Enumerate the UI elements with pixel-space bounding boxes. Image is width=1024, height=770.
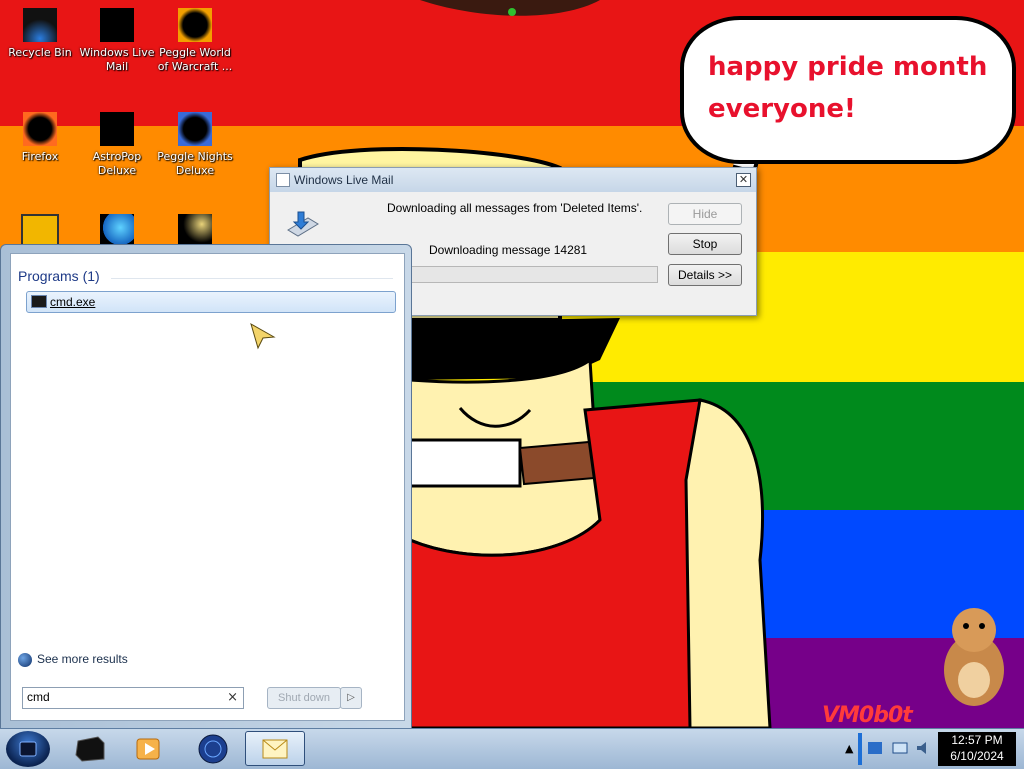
windows-live-mail-taskbar-icon [262,739,288,759]
desktop-icon-label: AstroPop Deluxe [92,150,142,177]
taskbar-button-browser[interactable] [185,731,241,766]
game-icon [100,214,134,248]
desktop-icon-firefox[interactable]: Firefox [2,112,78,164]
taskbar-button-recycle[interactable] [62,731,118,766]
dialog-titlebar[interactable]: Windows Live Mail ✕ [270,168,756,192]
watermark-text: VM0b0t [822,703,913,728]
dialog-title: Windows Live Mail [294,173,394,187]
stop-button[interactable]: Stop [668,233,742,255]
dialog-progress-message: Downloading message 14281 [429,243,588,257]
details-button[interactable]: Details >> [668,264,742,286]
peggle-nights-deluxe-icon [178,112,212,146]
astropop-deluxe-icon [100,112,134,146]
desktop-icon-label: Firefox [21,150,59,163]
tray-divider [858,733,862,765]
desktop-icon-peggle-world-of-warcraft[interactable]: Peggle World of Warcraft ... [157,8,233,74]
start-search-box[interactable]: × [22,687,244,709]
close-button[interactable]: ✕ [736,173,751,187]
desktop-icon-astropop-deluxe[interactable]: AstroPop Deluxe [79,112,155,178]
system-clock[interactable]: 12:57 PM 6/10/2024 [938,732,1016,766]
speech-bubble-text: happy pride month everyone! [708,46,987,130]
start-search-input[interactable] [27,689,217,705]
search-result-label: cmd.exe [50,295,96,309]
dialog-status-message: Downloading all messages from 'Deleted I… [387,201,643,215]
see-more-results-label: See more results [37,652,128,666]
desktop-icon-windows-live-mail[interactable]: Windows Live Mail [79,8,155,74]
download-icon [287,211,319,237]
peggle-world-of-warcraft-icon [178,8,212,42]
search-globe-icon [18,652,32,667]
speech-bubble-line-2: everyone! [708,94,856,124]
mouse-cursor-icon [250,323,276,350]
download-progress-bar [404,266,658,283]
desktop-icon-label: Peggle Nights Deluxe [157,150,233,177]
show-hidden-icons-button[interactable]: ▲ [845,742,853,755]
desktop-icon-label: Windows Live Mail [79,46,155,73]
shut-down-options-arrow[interactable]: ▷ [340,687,362,709]
network-icon[interactable] [892,741,908,755]
start-menu-results-panel: Programs (1) cmd.exe See more results [10,253,405,721]
taskbar: ▲ 12:57 PM 6/10/2024 [0,728,1024,769]
windows-live-mail-icon [100,8,134,42]
taskbar-button-media-player[interactable] [121,731,177,766]
desktop-icon-recycle-bin[interactable]: Recycle Bin [2,8,78,60]
section-divider [111,278,393,279]
speech-bubble-line-1: happy pride month [708,52,988,82]
recycle-bin-icon [23,8,57,42]
clear-search-icon[interactable]: × [227,690,238,705]
windows-logo-icon [19,741,37,757]
programs-section-header: Programs (1) [18,268,100,284]
speech-bubble: happy pride month everyone! [680,16,1016,164]
shut-down-button[interactable]: Shut down [267,687,341,709]
see-more-results-link[interactable]: See more results [18,652,128,667]
clock-date: 6/10/2024 [950,749,1004,763]
close-icon: ✕ [738,173,749,186]
taskbar-button-windows-live-mail[interactable] [245,731,305,766]
app-icon [276,173,290,187]
start-button[interactable] [6,731,50,767]
game-icon [178,214,212,248]
search-result-cmd[interactable]: cmd.exe [26,291,396,313]
globe-icon [198,734,228,764]
clock-time: 12:57 PM [951,733,1003,747]
desktop-icon-peggle-nights-deluxe[interactable]: Peggle Nights Deluxe [157,112,233,178]
command-prompt-icon [31,295,47,308]
desktop-icon-label: Peggle World of Warcraft ... [157,46,233,73]
desktop-icon-label: Recycle Bin [8,46,72,59]
firefox-icon [23,112,57,146]
action-center-icon[interactable] [867,741,883,755]
media-player-icon [136,738,160,760]
black-cube-icon [75,736,105,762]
hide-button[interactable]: Hide [668,203,742,225]
hamster-figure [944,608,1004,706]
volume-icon[interactable] [915,741,931,755]
start-menu: Programs (1) cmd.exe See more results × … [0,244,412,730]
